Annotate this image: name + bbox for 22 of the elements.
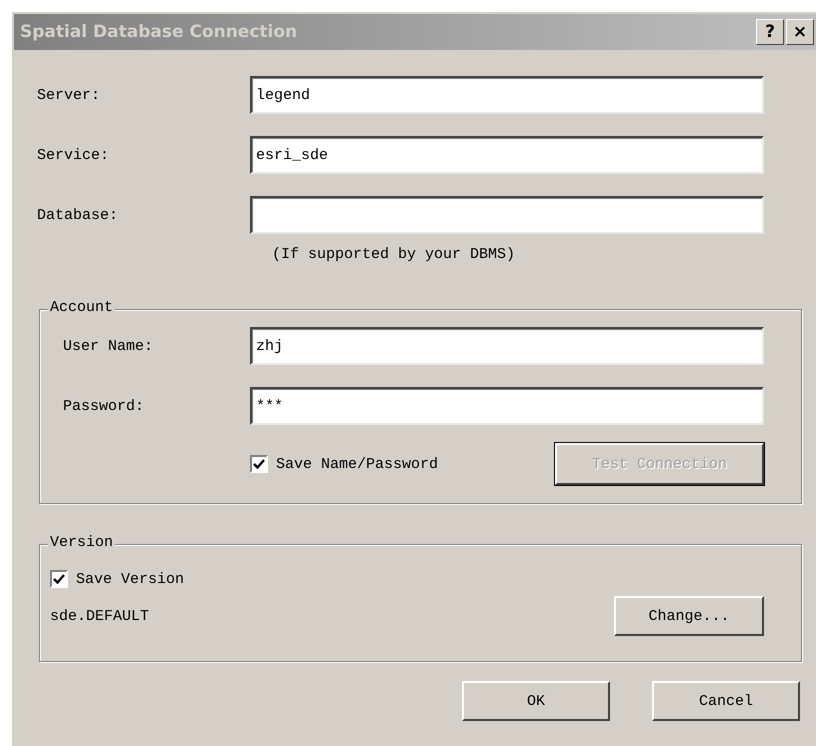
input-field[interactable]: *** (250, 387, 764, 425)
dialog-button[interactable]: Cancel (652, 681, 800, 721)
input-field[interactable] (250, 196, 764, 234)
window-title: Spatial Database Connection (20, 22, 298, 42)
change-button[interactable]: Change... (614, 596, 764, 636)
field-label: Service: (36, 146, 110, 164)
hint-text: (If supported by your DBMS) (272, 246, 516, 263)
input-field[interactable]: zhj (250, 327, 764, 365)
field-label: Server: (36, 86, 102, 104)
checkbox-label[interactable]: Save Version (76, 570, 184, 588)
checkbox[interactable] (250, 455, 268, 473)
input-field[interactable]: legend (250, 76, 764, 114)
checkbox[interactable] (50, 570, 68, 588)
field-label: User Name: (62, 338, 154, 354)
checkbox-label[interactable]: Save Name/Password (276, 456, 438, 472)
dialog-button[interactable]: OK (462, 681, 610, 721)
input-field[interactable]: esri_sde (250, 136, 764, 174)
field-label: Password: (62, 398, 146, 414)
close-button[interactable]: × (786, 19, 814, 45)
help-button[interactable]: ? (756, 19, 784, 45)
field-label: Database: (36, 206, 120, 224)
version-name: sde.DEFAULT (50, 608, 150, 624)
